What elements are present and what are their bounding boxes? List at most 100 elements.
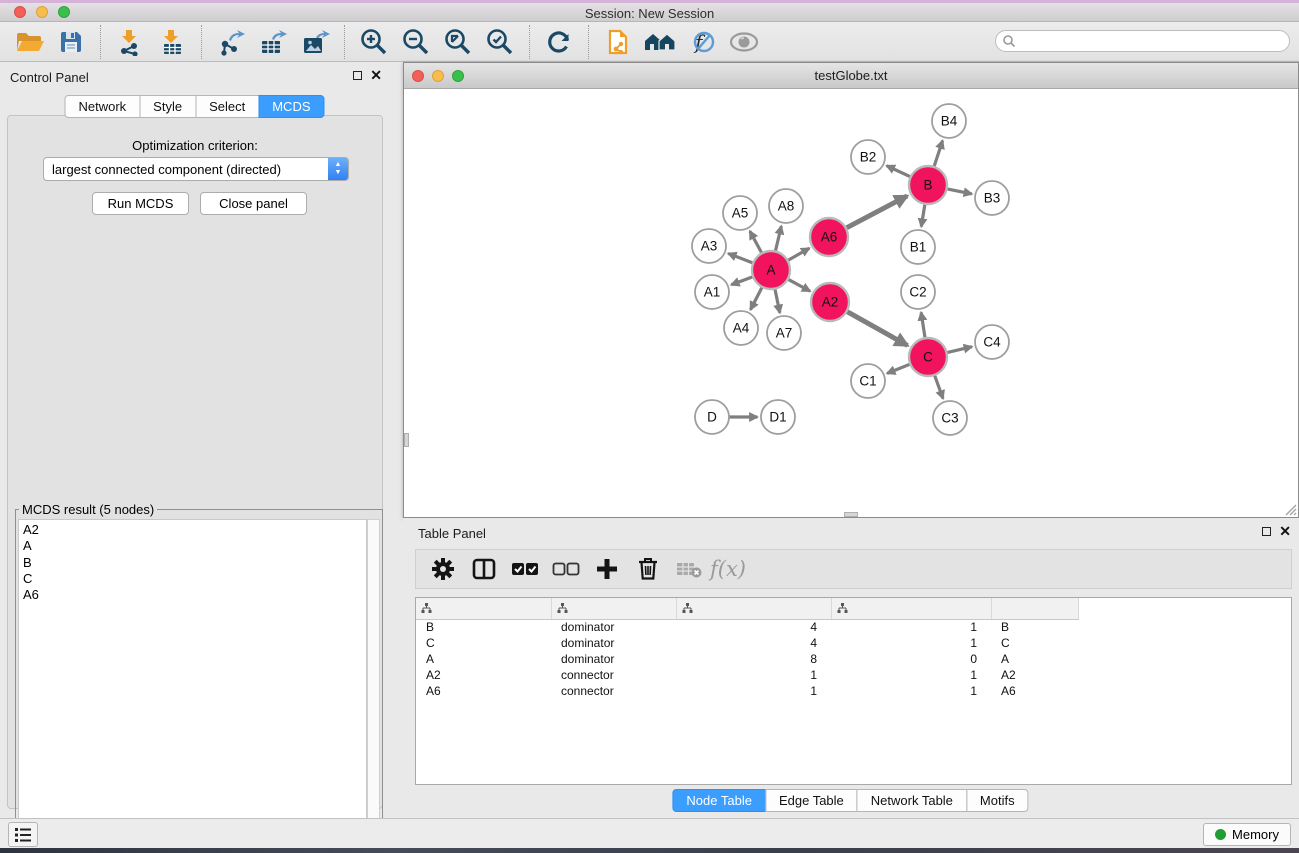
select-all-button[interactable] [506, 553, 543, 585]
graph-edge-C-C3[interactable] [934, 375, 943, 399]
graph-node-D1[interactable]: D1 [761, 400, 795, 434]
network-minimize-traffic-light[interactable] [432, 70, 444, 82]
run-mcds-button[interactable]: Run MCDS [92, 192, 189, 215]
table-mode-gear-button[interactable] [424, 553, 461, 585]
table-cell[interactable]: dominator [551, 619, 676, 635]
graph-edge-A2-C[interactable] [847, 311, 908, 345]
graph-node-B1[interactable]: B1 [901, 230, 935, 264]
graph-node-A2[interactable]: A2 [811, 283, 849, 321]
table-cell[interactable]: 4 [676, 619, 831, 635]
mcds-result-item[interactable]: A [23, 538, 366, 554]
table-cell[interactable]: 1 [831, 683, 991, 699]
table-cell[interactable]: 0 [831, 651, 991, 667]
import-table-button[interactable] [151, 25, 193, 59]
table-row[interactable]: Bdominator41B [416, 619, 1079, 635]
table-cell[interactable]: B [991, 619, 1078, 635]
zoom-selected-button[interactable] [479, 25, 521, 59]
first-neighbors-button[interactable] [639, 25, 681, 59]
table-cell[interactable]: connector [551, 683, 676, 699]
table-cell[interactable]: connector [551, 667, 676, 683]
export-image-button[interactable] [294, 25, 336, 59]
graph-edge-C-C4[interactable] [946, 347, 971, 353]
deselect-all-button[interactable] [547, 553, 584, 585]
add-column-button[interactable] [588, 553, 625, 585]
graph-edge-B-B4[interactable] [934, 141, 943, 167]
table-cell[interactable]: A6 [416, 683, 551, 699]
graph-node-A[interactable]: A [752, 251, 790, 289]
table-cell[interactable]: B [416, 619, 551, 635]
graph-node-C2[interactable]: C2 [901, 275, 935, 309]
graph-node-B4[interactable]: B4 [932, 104, 966, 138]
search-input[interactable] [1016, 34, 1271, 49]
table-cell[interactable]: C [991, 635, 1078, 651]
graph-node-A1[interactable]: A1 [695, 275, 729, 309]
close-table-panel-icon[interactable]: ✕ [1279, 526, 1291, 536]
table-cell[interactable]: 1 [676, 667, 831, 683]
table-cell[interactable]: 1 [831, 619, 991, 635]
graph-edge-A-A1[interactable] [731, 277, 753, 285]
mcds-result-item[interactable]: A6 [23, 587, 366, 603]
sort-tree-icon[interactable] [837, 603, 848, 614]
new-network-from-selection-button[interactable] [597, 25, 639, 59]
criterion-dropdown[interactable]: largest connected component (directed) ▲… [43, 157, 349, 181]
graph-edge-A-A8[interactable] [775, 226, 781, 251]
import-network-button[interactable] [109, 25, 151, 59]
mcds-result-item[interactable]: A2 [23, 522, 366, 538]
graph-node-C1[interactable]: C1 [851, 364, 885, 398]
refresh-view-button[interactable] [538, 25, 580, 59]
table-cell[interactable]: 1 [831, 667, 991, 683]
open-session-button[interactable] [8, 25, 50, 59]
zoom-out-button[interactable] [395, 25, 437, 59]
graph-node-C[interactable]: C [909, 338, 947, 376]
delete-column-button[interactable] [629, 553, 666, 585]
graph-node-A5[interactable]: A5 [723, 196, 757, 230]
graph-edge-A-A7[interactable] [775, 289, 780, 313]
task-history-button[interactable] [8, 822, 38, 847]
table-row[interactable]: A6connector11A6 [416, 683, 1079, 699]
sort-tree-icon[interactable] [557, 603, 568, 614]
graph-node-A3[interactable]: A3 [692, 229, 726, 263]
table-cell[interactable]: 4 [676, 635, 831, 651]
graph-node-A8[interactable]: A8 [769, 189, 803, 223]
column-header-predecessor-nodes[interactable] [831, 598, 991, 619]
hide-analysis-button[interactable]: f [681, 25, 723, 59]
column-header-MCDS-role[interactable] [551, 598, 676, 619]
float-panel-icon[interactable] [353, 71, 362, 80]
graph-node-A4[interactable]: A4 [724, 311, 758, 345]
graph-node-B2[interactable]: B2 [851, 140, 885, 174]
export-table-button[interactable] [252, 25, 294, 59]
mcds-result-item[interactable]: C [23, 571, 366, 587]
network-window-titlebar[interactable]: testGlobe.txt [404, 63, 1298, 89]
tab-select[interactable]: Select [195, 95, 259, 118]
mcds-result-item[interactable]: B [23, 555, 366, 571]
network-zoom-traffic-light[interactable] [452, 70, 464, 82]
graph-edge-B-B3[interactable] [947, 189, 972, 194]
graph-edge-A-A3[interactable] [728, 253, 753, 263]
left-scrollbar-grip[interactable] [404, 433, 409, 447]
tab-edge-table[interactable]: Edge Table [765, 789, 858, 812]
table-cell[interactable]: 1 [676, 683, 831, 699]
table-row[interactable]: Adominator80A [416, 651, 1079, 667]
zoom-fit-button[interactable] [437, 25, 479, 59]
graph-node-D[interactable]: D [695, 400, 729, 434]
column-header-successor-nodes[interactable] [676, 598, 831, 619]
tab-network[interactable]: Network [64, 95, 140, 118]
tab-node-table[interactable]: Node Table [672, 789, 766, 812]
close-panel-icon[interactable]: ✕ [370, 70, 382, 80]
graph-node-A7[interactable]: A7 [767, 316, 801, 350]
graph-edge-A-A6[interactable] [788, 248, 810, 260]
graph-node-C3[interactable]: C3 [933, 401, 967, 435]
table-cell[interactable]: A2 [991, 667, 1078, 683]
mcds-result-list[interactable]: A2ABCA6 [18, 519, 367, 849]
tab-style[interactable]: Style [139, 95, 196, 118]
graph-node-B[interactable]: B [909, 166, 947, 204]
bottom-scrollbar-grip[interactable] [844, 512, 858, 517]
graph-edge-B-B1[interactable] [921, 204, 925, 227]
memory-button[interactable]: Memory [1203, 823, 1291, 846]
close-panel-button[interactable]: Close panel [200, 192, 307, 215]
table-cell[interactable]: dominator [551, 651, 676, 667]
column-header-name[interactable] [991, 598, 1078, 619]
float-table-panel-icon[interactable] [1262, 527, 1271, 536]
mcds-list-scrollbar[interactable] [367, 519, 380, 849]
table-cell[interactable]: 1 [831, 635, 991, 651]
